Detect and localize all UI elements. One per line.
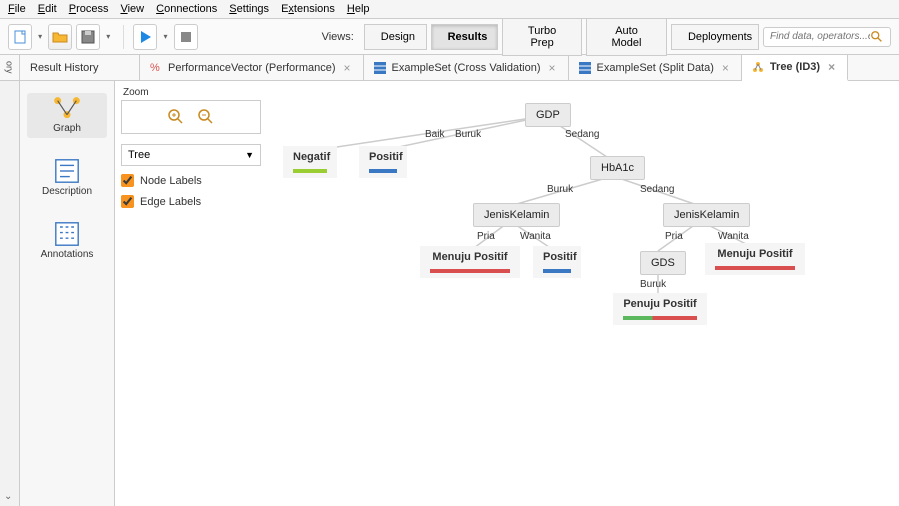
tree-leaf-positif-2[interactable]: Positif — [533, 246, 581, 278]
stop-button[interactable] — [174, 24, 198, 50]
main: ⌄ Graph Description Annotations Zoom Tre… — [0, 81, 899, 506]
menubar: File Edit Process View Connections Setti… — [0, 0, 899, 19]
left-strip: ⌄ — [0, 81, 20, 506]
edge-label: Sedang — [640, 184, 674, 195]
run-button[interactable] — [133, 24, 157, 50]
tree-edges — [115, 81, 899, 506]
leaf-bar — [369, 169, 397, 173]
table-icon — [374, 62, 386, 74]
tree-leaf-menuju-positif-1[interactable]: Menuju Positif — [420, 246, 520, 278]
open-button[interactable] — [48, 24, 72, 50]
leaf-label: Positif — [543, 251, 577, 263]
leaf-label: Menuju Positif — [432, 251, 507, 263]
tree-leaf-penuju-positif[interactable]: Penuju Positif — [613, 293, 707, 325]
leaf-label: Menuju Positif — [717, 248, 792, 260]
graph-icon — [53, 97, 81, 119]
edge-label: Wanita — [520, 231, 551, 242]
tab-label: ExampleSet (Split Data) — [597, 62, 714, 74]
view-design[interactable]: Design — [364, 24, 427, 50]
menu-view[interactable]: View — [120, 3, 144, 15]
leaf-bar — [543, 269, 571, 273]
views-label: Views: — [322, 31, 354, 43]
tree-leaf-positif-1[interactable]: Positif — [359, 146, 407, 178]
tree-node-hba1c[interactable]: HbA1c — [590, 156, 645, 180]
tab-label: Tree (ID3) — [770, 61, 820, 73]
view-auto-model[interactable]: Auto Model — [586, 18, 667, 56]
sidebar: Graph Description Annotations — [20, 81, 115, 506]
menu-connections[interactable]: Connections — [156, 3, 217, 15]
menu-settings[interactable]: Settings — [229, 3, 269, 15]
edge-label: Sedang — [565, 129, 599, 140]
leaf-bar — [623, 316, 697, 320]
sidebar-item-annotations[interactable]: Annotations — [27, 219, 107, 264]
tree-node-jk1[interactable]: JenisKelamin — [473, 203, 560, 227]
menu-help[interactable]: Help — [347, 3, 370, 15]
tab-exampleset-cv[interactable]: ExampleSet (Cross Validation) × — [364, 55, 569, 80]
new-button[interactable] — [8, 24, 32, 50]
leaf-label: Penuju Positif — [623, 298, 696, 310]
annotations-icon — [53, 223, 81, 245]
tree-node-gds[interactable]: GDS — [640, 251, 686, 275]
tree-leaf-negatif[interactable]: Negatif — [283, 146, 337, 178]
tab-result-history[interactable]: Result History — [20, 55, 140, 80]
edge-label: Pria — [477, 231, 495, 242]
sidebar-item-label: Description — [31, 186, 103, 197]
tab-row: ory Result History % PerformanceVector (… — [0, 55, 899, 81]
close-icon[interactable]: × — [547, 61, 558, 75]
toolbar: ▾ ▾ ▾ Views: Design Results Turbo Prep A… — [0, 19, 899, 55]
percent-icon: % — [150, 62, 162, 74]
view-results[interactable]: Results — [431, 24, 498, 50]
tab-label: ExampleSet (Cross Validation) — [392, 62, 541, 74]
edge-label: Buruk — [547, 184, 573, 195]
tree-leaf-menuju-positif-2[interactable]: Menuju Positif — [705, 243, 805, 275]
run-dropdown[interactable]: ▾ — [161, 32, 169, 41]
search-input[interactable] — [770, 31, 870, 42]
search-box[interactable] — [763, 27, 891, 47]
leaf-label: Negatif — [293, 151, 330, 163]
sidebar-item-graph[interactable]: Graph — [27, 93, 107, 138]
tree-icon — [752, 61, 764, 73]
tree-node-jk2[interactable]: JenisKelamin — [663, 203, 750, 227]
close-icon[interactable]: × — [720, 61, 731, 75]
view-turbo-prep[interactable]: Turbo Prep — [502, 18, 582, 56]
leaf-bar — [430, 269, 510, 273]
menu-process[interactable]: Process — [69, 3, 109, 15]
leaf-bar — [715, 266, 795, 270]
save-button[interactable] — [76, 24, 100, 50]
chevron-down-icon[interactable]: ⌄ — [4, 491, 12, 502]
leaf-bar — [293, 169, 327, 173]
close-icon[interactable]: × — [342, 61, 353, 75]
close-icon[interactable]: × — [826, 60, 837, 74]
tab-performance-vector[interactable]: % PerformanceVector (Performance) × — [140, 55, 364, 80]
sidebar-item-label: Annotations — [31, 249, 103, 260]
search-icon — [870, 30, 884, 44]
menu-file[interactable]: File — [8, 3, 26, 15]
save-dropdown[interactable]: ▾ — [104, 32, 112, 41]
tab-label: Result History — [30, 62, 98, 74]
description-icon — [53, 160, 81, 182]
edge-label: Pria — [665, 231, 683, 242]
edge-label: Wanita — [718, 231, 749, 242]
sidebar-item-label: Graph — [31, 123, 103, 134]
menu-extensions[interactable]: Extensions — [281, 3, 335, 15]
new-dropdown[interactable]: ▾ — [36, 32, 44, 41]
view-deployments[interactable]: Deployments — [671, 24, 759, 50]
edge-label: Buruk — [455, 129, 481, 140]
table-icon — [579, 62, 591, 74]
menu-edit[interactable]: Edit — [38, 3, 57, 15]
left-vertical-tab[interactable]: ory — [0, 55, 20, 80]
edge-label: Baik — [425, 129, 444, 140]
tab-label: PerformanceVector (Performance) — [168, 62, 336, 74]
sidebar-item-description[interactable]: Description — [27, 156, 107, 201]
edge-label: Buruk — [640, 279, 666, 290]
tree-canvas[interactable]: Zoom Tree ▼ Node Labels Edge Labels — [115, 81, 899, 506]
tab-exampleset-split[interactable]: ExampleSet (Split Data) × — [569, 55, 742, 80]
leaf-label: Positif — [369, 151, 403, 163]
tab-tree-id3[interactable]: Tree (ID3) × — [742, 55, 848, 81]
tree-node-gdp[interactable]: GDP — [525, 103, 571, 127]
